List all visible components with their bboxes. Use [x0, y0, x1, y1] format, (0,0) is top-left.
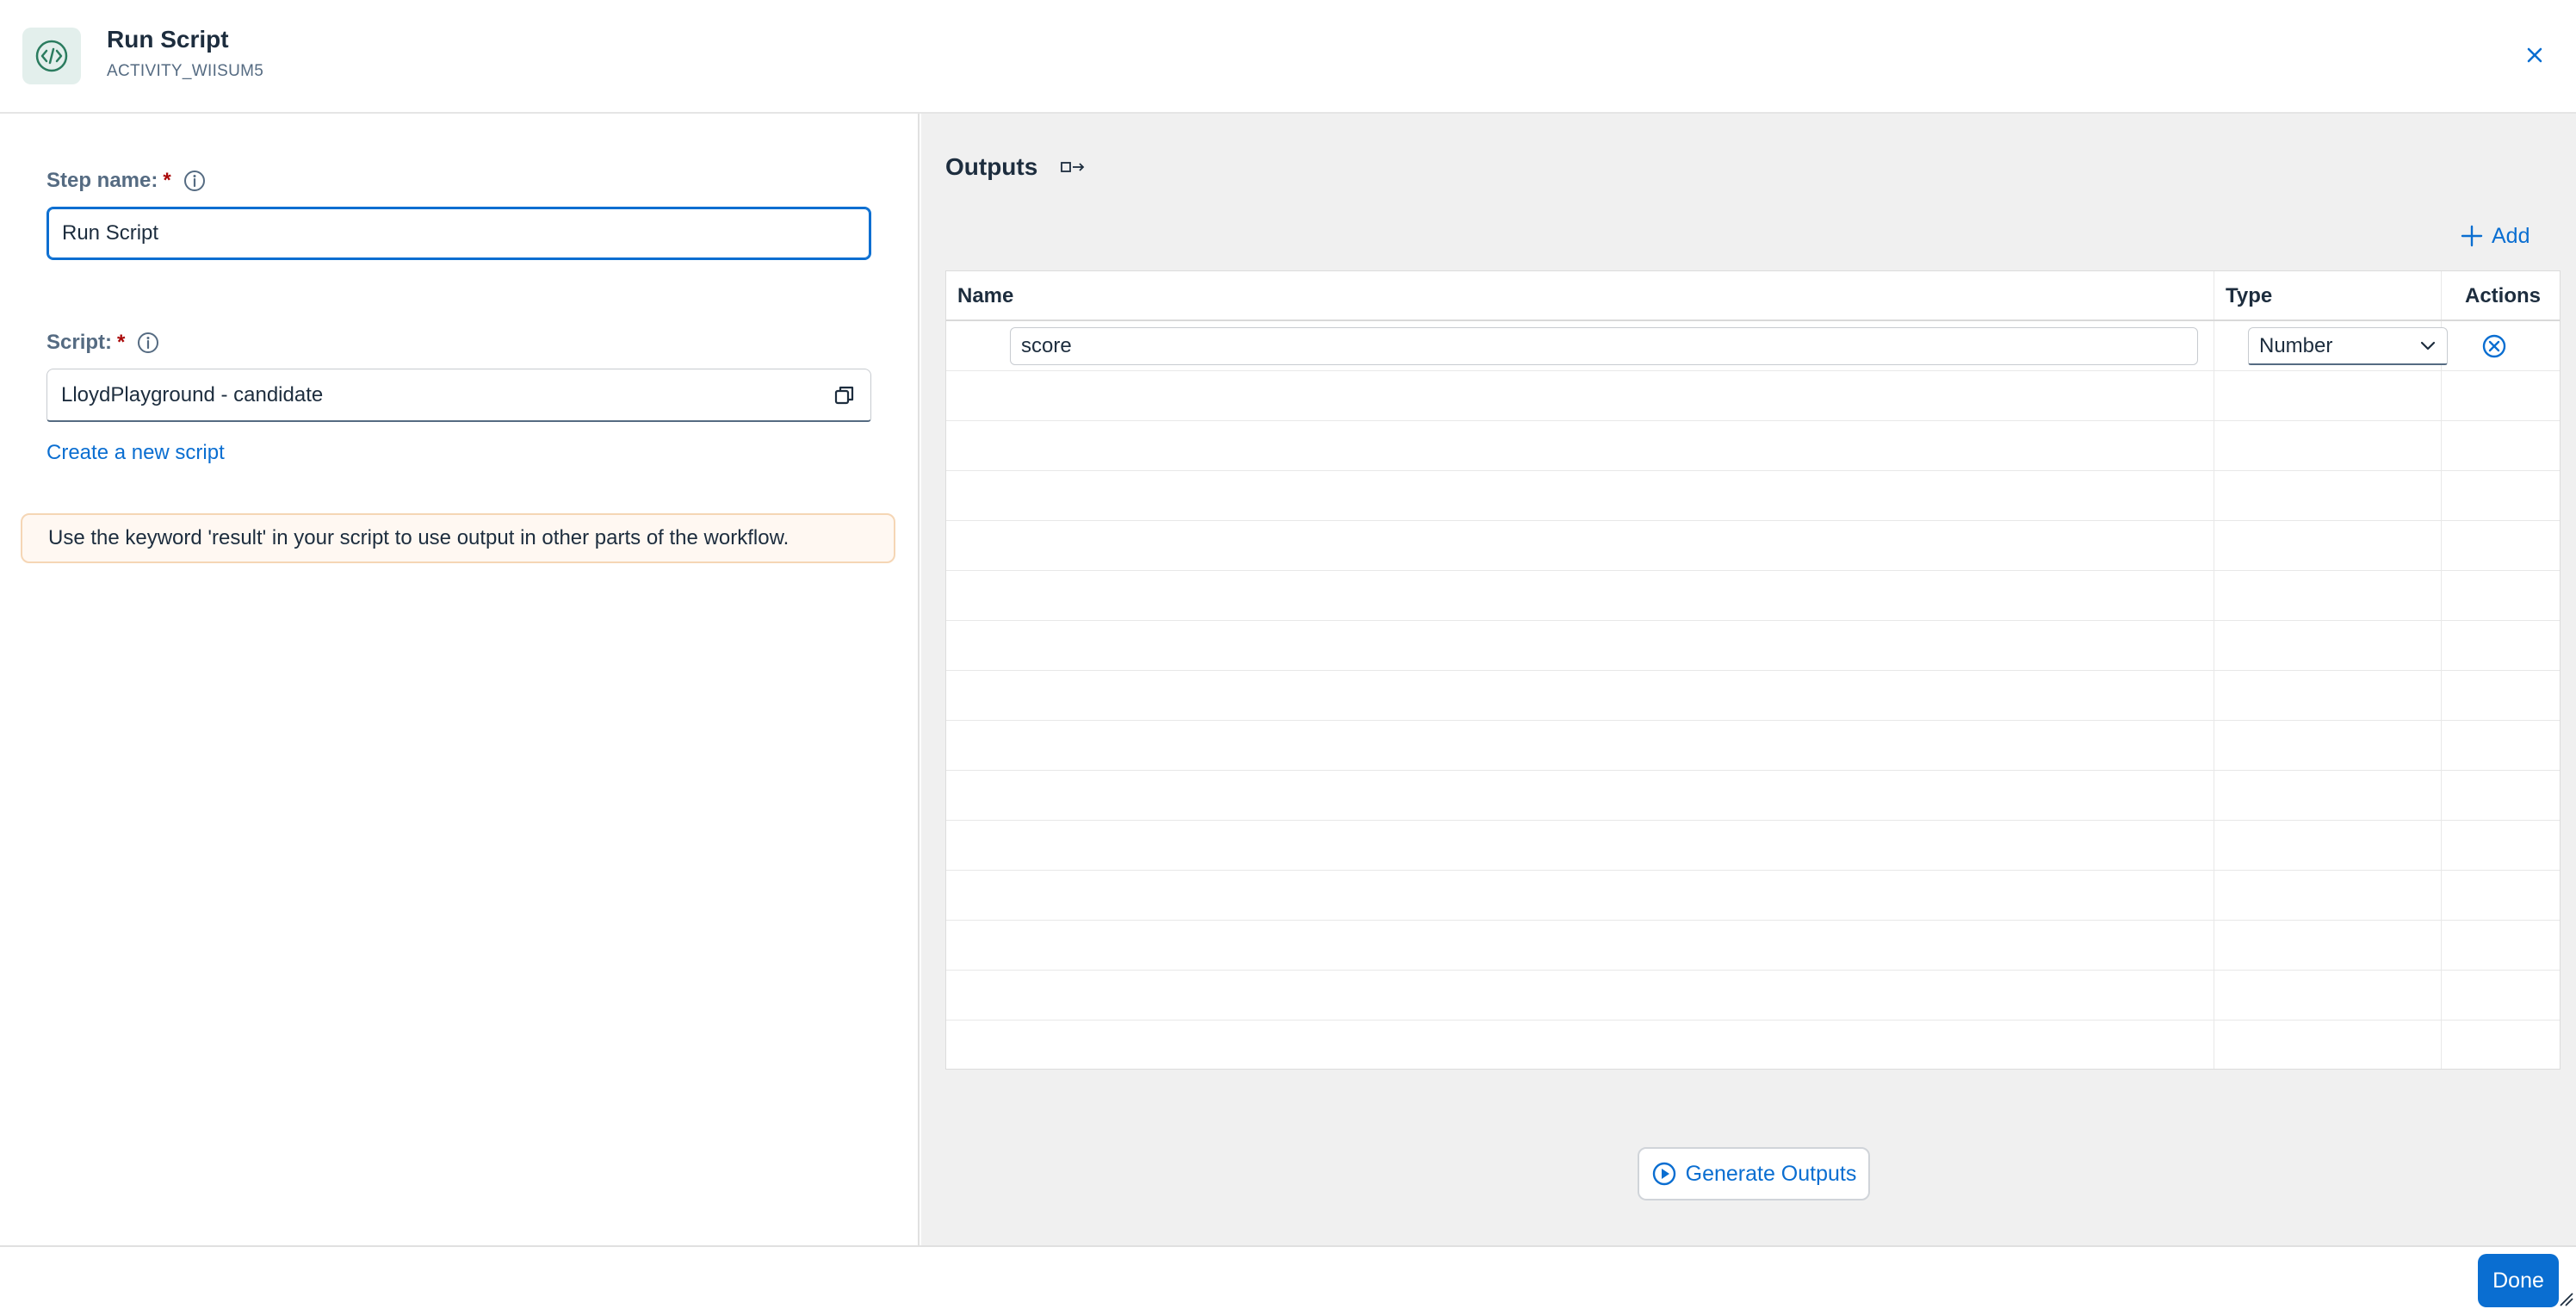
- table-row: score Number: [946, 321, 2560, 371]
- table-row: [946, 471, 2560, 521]
- output-type-select[interactable]: Number: [2248, 327, 2448, 365]
- step-name-input[interactable]: Run Script: [46, 207, 871, 260]
- dialog-subtitle: ACTIVITY_WIISUM5: [107, 62, 264, 80]
- dialog-footer: Done: [0, 1245, 2576, 1309]
- resize-handle-icon[interactable]: [2557, 1290, 2574, 1307]
- table-row: [946, 971, 2560, 1021]
- table-row: [946, 871, 2560, 921]
- generate-outputs-label: Generate Outputs: [1685, 1161, 1857, 1186]
- close-button[interactable]: [2516, 38, 2554, 76]
- remove-output-button[interactable]: [2480, 332, 2508, 360]
- table-row: [946, 621, 2560, 671]
- outputs-panel: Outputs Add Name Type Actions score Numb…: [921, 114, 2576, 1245]
- expand-icon[interactable]: [1060, 158, 1086, 176]
- step-settings-panel: Step name: * Run Script Script: * LloydP…: [0, 114, 920, 1245]
- column-header-type[interactable]: Type: [2226, 271, 2272, 321]
- output-name-input[interactable]: score: [1010, 327, 2198, 365]
- table-header: Name Type Actions: [946, 271, 2560, 321]
- output-name-value: score: [1021, 334, 1072, 357]
- outputs-table: Name Type Actions score Number: [945, 270, 2561, 1070]
- table-row: [946, 1021, 2560, 1070]
- info-message-text: Use the keyword 'result' in your script …: [48, 526, 790, 549]
- dialog-header: Run Script ACTIVITY_WIISUM5: [0, 0, 2576, 114]
- table-row: [946, 671, 2560, 721]
- outputs-header: Outputs: [945, 153, 1086, 181]
- create-script-link[interactable]: Create a new script: [46, 441, 225, 465]
- add-output-label: Add: [2492, 223, 2530, 248]
- required-marker: *: [163, 169, 171, 192]
- table-row: [946, 371, 2560, 421]
- output-type-value: Number: [2259, 333, 2333, 357]
- script-value: LloydPlayground - candidate: [61, 382, 324, 406]
- table-row: [946, 921, 2560, 971]
- dialog-title: Run Script: [107, 26, 229, 53]
- column-header-name[interactable]: Name: [957, 271, 1013, 321]
- outputs-title: Outputs: [945, 153, 1038, 180]
- table-row: [946, 421, 2560, 471]
- info-message-strip: Use the keyword 'result' in your script …: [21, 513, 895, 563]
- close-icon: [2524, 45, 2545, 70]
- step-name-label: Step name: *: [46, 169, 206, 193]
- done-button[interactable]: Done: [2478, 1254, 2559, 1307]
- step-name-value: Run Script: [62, 221, 159, 245]
- code-icon: [22, 28, 81, 84]
- table-row: [946, 571, 2560, 621]
- chevron-down-icon: [2419, 340, 2437, 352]
- script-label: Script: *: [46, 331, 159, 355]
- script-select[interactable]: LloydPlayground - candidate: [46, 369, 871, 422]
- table-row: [946, 771, 2560, 821]
- add-output-button[interactable]: Add: [2461, 219, 2530, 253]
- info-icon[interactable]: [137, 332, 159, 354]
- copy-icon[interactable]: [833, 383, 857, 407]
- column-header-actions: Actions: [2465, 284, 2542, 307]
- table-row: [946, 521, 2560, 571]
- add-icon: [2461, 225, 2483, 247]
- table-row: [946, 821, 2560, 871]
- generate-outputs-button[interactable]: Generate Outputs: [1638, 1147, 1870, 1200]
- clear-icon: [2481, 333, 2507, 359]
- table-row: [946, 721, 2560, 771]
- play-icon: [1651, 1161, 1677, 1187]
- info-icon[interactable]: [183, 170, 206, 192]
- required-marker: *: [117, 331, 126, 354]
